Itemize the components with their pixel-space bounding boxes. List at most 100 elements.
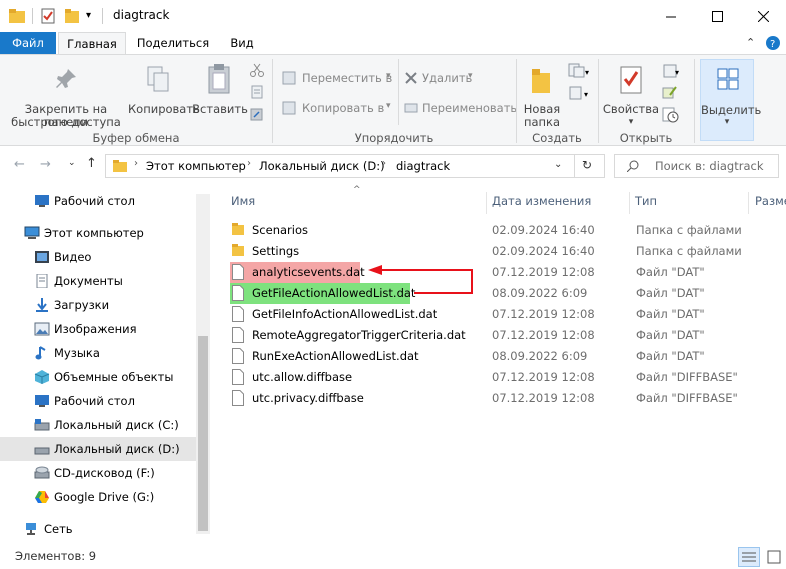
paste-icon: [208, 64, 230, 94]
file-type: Файл "DAT": [636, 286, 705, 300]
divider: [574, 155, 575, 177]
move-to-button[interactable]: Переместить в ▾: [282, 69, 394, 87]
paste-button[interactable]: Вставить: [192, 61, 248, 123]
search-box[interactable]: Поиск в: diagtrack: [614, 154, 779, 178]
nav-item-desktop[interactable]: Рабочий стол: [0, 389, 196, 413]
file-type: Файл "DAT": [636, 307, 705, 321]
file-type: Папка с файлами: [636, 244, 742, 258]
tab-view[interactable]: Вид: [220, 32, 264, 55]
file-icon: [232, 348, 244, 364]
file-name: RunExeActionAllowedList.dat: [252, 349, 419, 363]
copy-label: Копировать: [128, 102, 200, 116]
cut-icon[interactable]: [250, 63, 264, 77]
forward-button[interactable]: →: [40, 157, 51, 172]
file-row[interactable]: RemoteAggregatorTriggerCriteria.dat 07.1…: [228, 325, 786, 346]
collapse-ribbon-icon[interactable]: ⌃: [746, 36, 755, 49]
paste-shortcut-icon[interactable]: [250, 107, 264, 121]
easy-access-icon[interactable]: ▾: [568, 85, 590, 101]
nav-item-3d-objects[interactable]: Объемные объекты: [0, 365, 196, 389]
rename-icon: [404, 103, 418, 113]
nav-scrollbar-thumb[interactable]: [198, 336, 208, 531]
nav-item-downloads[interactable]: Загрузки: [0, 293, 196, 317]
file-row[interactable]: analyticsevents.dat 07.12.2019 12:08 Фай…: [228, 262, 786, 283]
crumb-diagtrack[interactable]: diagtrack: [396, 159, 450, 173]
file-row[interactable]: utc.privacy.diffbase 07.12.2019 12:08 Фа…: [228, 388, 786, 409]
nav-item-label: Объемные объекты: [54, 370, 174, 384]
back-button[interactable]: ←: [14, 157, 25, 172]
window-title: diagtrack: [113, 8, 170, 22]
file-row[interactable]: utc.allow.diffbase 07.12.2019 12:08 Файл…: [228, 367, 786, 388]
open-icon[interactable]: ▾: [662, 63, 680, 79]
file-row[interactable]: Scenarios 02.09.2024 16:40 Папка с файла…: [228, 220, 786, 241]
file-icon: [232, 390, 244, 406]
recent-locations-icon[interactable]: ⌄: [68, 158, 76, 168]
large-icons-view-button[interactable]: [764, 547, 784, 567]
select-button[interactable]: Выделить ▾: [700, 59, 761, 141]
column-header-type[interactable]: Тип: [635, 194, 657, 208]
address-dropdown-icon[interactable]: ⌄: [554, 159, 562, 170]
nav-item-pictures[interactable]: Изображения: [0, 317, 196, 341]
move-to-icon: [282, 71, 296, 85]
help-icon[interactable]: ?: [766, 36, 780, 50]
nav-item-label: Рабочий стол: [54, 394, 135, 408]
column-divider[interactable]: [748, 192, 749, 214]
refresh-icon[interactable]: ↻: [582, 158, 592, 172]
new-folder-button[interactable]: Новая папка: [520, 61, 564, 129]
file-row[interactable]: RunExeActionAllowedList.dat 08.09.2022 6…: [228, 346, 786, 367]
folder-icon: [232, 244, 244, 256]
crumb-separator-icon: ›: [247, 158, 251, 169]
column-header-date[interactable]: Дата изменения: [492, 194, 591, 208]
explorer-app-icon: [9, 9, 25, 23]
nav-item-video[interactable]: Видео: [0, 245, 196, 269]
file-row[interactable]: GetFileActionAllowedList.dat 08.09.2022 …: [228, 283, 786, 304]
delete-label: Удалить: [422, 71, 473, 85]
new-item-icon[interactable]: ▾: [568, 63, 590, 79]
nav-item-network[interactable]: Сеть: [0, 517, 196, 541]
file-type: Файл "DIFFBASE": [636, 391, 738, 405]
tab-home[interactable]: Главная: [58, 32, 126, 55]
properties-button[interactable]: Свойства ▾: [602, 61, 660, 127]
edit-icon[interactable]: [662, 85, 678, 99]
close-button[interactable]: [740, 0, 786, 32]
details-view-button[interactable]: [738, 547, 760, 567]
properties-quick-icon[interactable]: [40, 8, 56, 24]
nav-item-drive-c[interactable]: Локальный диск (C:): [0, 413, 196, 437]
svg-text:▾: ▾: [585, 68, 589, 77]
file-date: 07.12.2019 12:08: [492, 391, 595, 405]
column-header-size[interactable]: Разме: [755, 194, 786, 208]
nav-item-desktop-quick[interactable]: Рабочий стол: [0, 189, 196, 213]
open-group-title: Открыть: [619, 131, 673, 145]
up-button[interactable]: ↑: [86, 156, 97, 171]
maximize-button[interactable]: [694, 0, 740, 32]
nav-item-google-drive[interactable]: Google Drive (G:): [0, 485, 196, 509]
delete-button[interactable]: Удалить ▾: [404, 69, 490, 87]
status-bar: Элементов: 9: [0, 546, 786, 569]
copy-button[interactable]: Копировать: [128, 61, 200, 123]
divider: [32, 8, 33, 24]
nav-item-cd-drive[interactable]: CD-дисковод (F:): [0, 461, 196, 485]
rename-button[interactable]: Переименовать: [404, 99, 517, 117]
crumb-this-pc[interactable]: Этот компьютер: [146, 159, 246, 173]
column-header-name[interactable]: Имя: [231, 194, 255, 208]
nav-item-drive-d[interactable]: Локальный диск (D:): [0, 437, 196, 461]
pin-quick-access-button[interactable]: Закрепить на панели быстрого доступа: [4, 61, 124, 129]
file-row[interactable]: GetFileInfoActionAllowedList.dat 07.12.2…: [228, 304, 786, 325]
column-divider[interactable]: [486, 192, 487, 214]
nav-item-this-pc[interactable]: Этот компьютер: [0, 221, 196, 245]
drive-icon: [34, 419, 50, 431]
history-icon[interactable]: [662, 107, 680, 123]
tab-file[interactable]: Файл: [0, 32, 56, 55]
drive-icon: [34, 447, 50, 455]
customize-quick-access-icon[interactable]: ▾: [86, 10, 91, 21]
nav-item-documents[interactable]: Документы: [0, 269, 196, 293]
minimize-button[interactable]: [648, 0, 694, 32]
crumb-drive-d[interactable]: Локальный диск (D:): [259, 159, 385, 173]
nav-item-music[interactable]: Музыка: [0, 341, 196, 365]
new-folder-quick-icon[interactable]: [64, 8, 80, 24]
copy-to-button[interactable]: Копировать в ▾: [282, 99, 394, 117]
copy-path-icon[interactable]: [250, 85, 264, 99]
tab-share[interactable]: Поделиться: [130, 32, 216, 55]
file-row[interactable]: Settings 02.09.2024 16:40 Папка с файлам…: [228, 241, 786, 262]
address-bar[interactable]: › Этот компьютер › Локальный диск (D:) ›…: [105, 154, 605, 178]
column-divider[interactable]: [629, 192, 630, 214]
